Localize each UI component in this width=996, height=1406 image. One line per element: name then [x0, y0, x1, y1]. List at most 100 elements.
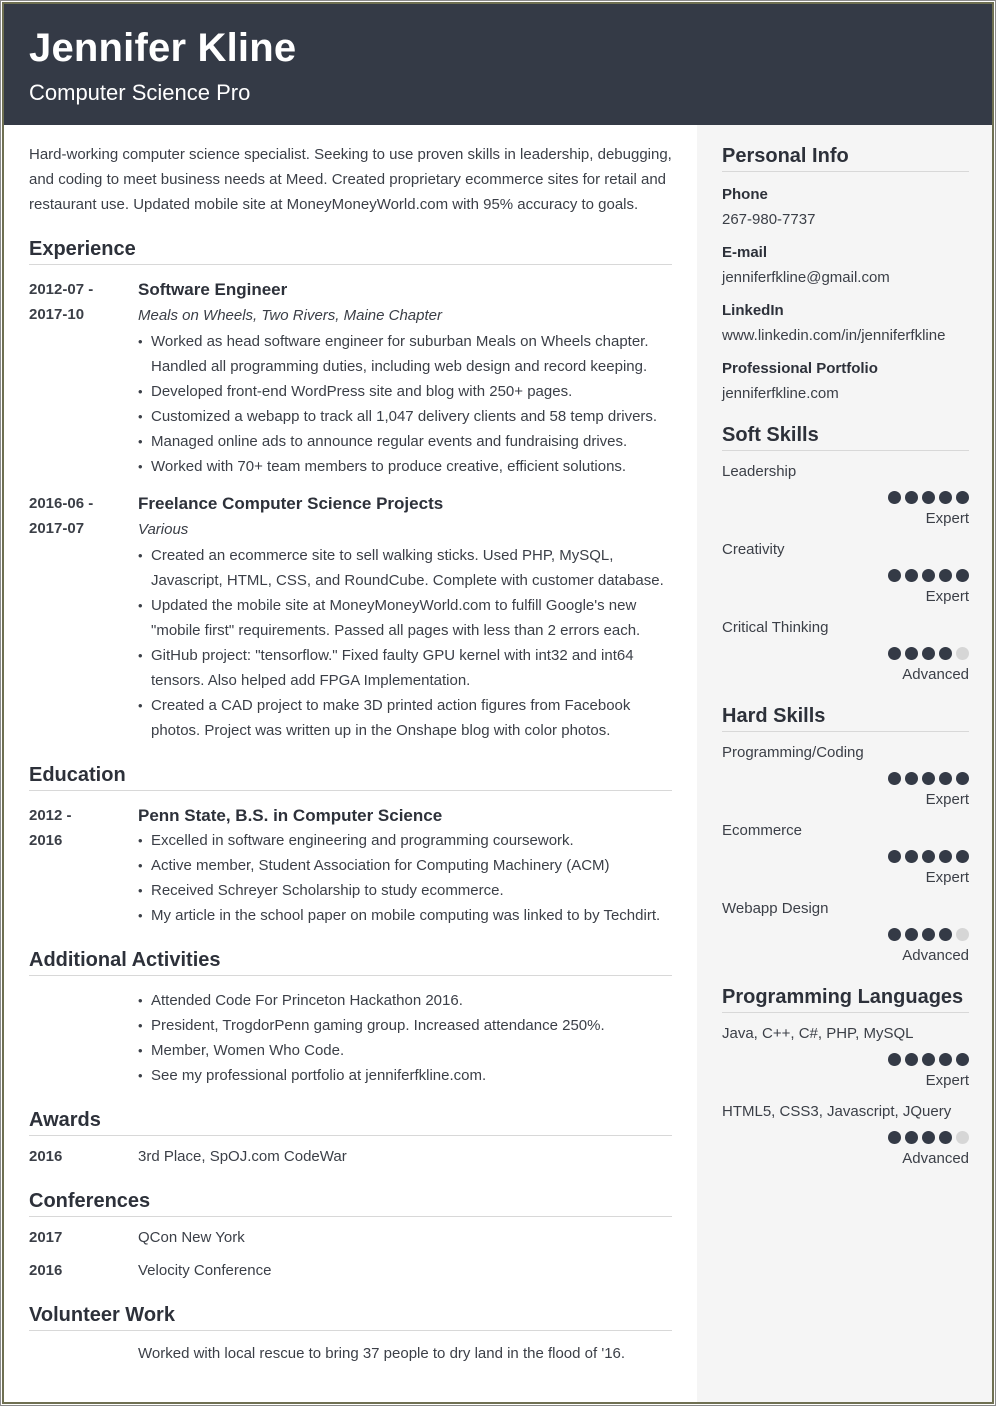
- entry-dates: 2016-06 - 2017-07: [29, 491, 138, 743]
- bullet-item: Worked as head software engineer for sub…: [138, 329, 672, 379]
- activities-section: Additional Activities Attended Code For …: [29, 949, 672, 1088]
- skill-item: Webapp Design Advanced: [722, 899, 969, 966]
- skill-level: Expert: [925, 1072, 969, 1089]
- skill-name: Webapp Design: [722, 900, 829, 917]
- rating-dot-filled: [939, 569, 952, 582]
- skill-rating: [722, 928, 969, 941]
- soft-skills-section: Soft Skills Leadership Expert Creativity Ex…: [722, 424, 969, 685]
- date-start: 2012-07 -: [29, 281, 94, 298]
- skill-rating: [722, 491, 969, 504]
- programming-languages-section: Programming Languages Java, C++, C#, PHP…: [722, 986, 969, 1169]
- rating-dot-filled: [922, 491, 935, 504]
- skill-name: Ecommerce: [722, 822, 803, 839]
- e-mail-label: E-mail: [722, 244, 768, 261]
- skill-name: HTML5, CSS3, Javascript, JQuery: [722, 1103, 952, 1120]
- volunteer-entry: Worked with local rescue to bring 37 peo…: [29, 1341, 672, 1366]
- rating-dot-filled: [939, 850, 952, 863]
- education-entry: 2012 - 2016 Penn State, B.S. in Computer…: [29, 803, 672, 928]
- bullet-item: Managed online ads to announce regular e…: [138, 429, 672, 454]
- rating-dot-filled: [956, 491, 969, 504]
- job-organization: Meals on Wheels, Two Rivers, Maine Chapt…: [138, 307, 442, 324]
- rating-dot-filled: [956, 1053, 969, 1066]
- bullet-item: GitHub project: "tensorflow." Fixed faul…: [138, 643, 672, 693]
- bullet-item: Attended Code For Princeton Hackathon 20…: [138, 988, 672, 1013]
- section-heading: Additional Activities: [29, 949, 672, 976]
- rating-dot-filled: [905, 772, 918, 785]
- date-end: 2017-07: [29, 520, 85, 537]
- section-heading: Programming Languages: [722, 986, 969, 1013]
- entry-dates: 2012 - 2016: [29, 803, 138, 928]
- candidate-title: Computer Science Pro: [29, 80, 251, 105]
- section-heading: Hard Skills: [722, 705, 969, 732]
- rating-dot-filled: [922, 647, 935, 660]
- bullet-item: Updated the mobile site at MoneyMoneyWor…: [138, 593, 672, 643]
- rating-dot-filled: [905, 850, 918, 863]
- skill-item: Programming/Coding Expert: [722, 743, 969, 810]
- skill-name: Java, C++, C#, PHP, MySQL: [722, 1025, 914, 1042]
- resume-header: Jennifer Kline Computer Science Pro: [4, 4, 992, 125]
- rating-dot-filled: [922, 569, 935, 582]
- volunteer-section: Volunteer Work Worked with local rescue …: [29, 1304, 672, 1366]
- job-organization: Various: [138, 521, 189, 538]
- skill-name: Programming/Coding: [722, 744, 864, 761]
- job-body: Software Engineer Meals on Wheels, Two Ri…: [138, 277, 672, 479]
- rating-dot-filled: [922, 772, 935, 785]
- skill-level: Expert: [925, 588, 969, 605]
- bullet-item: Worked with 70+ team members to produce …: [138, 454, 672, 479]
- job-entry: 2016-06 - 2017-07 Freelance Computer Scien…: [29, 491, 672, 743]
- page-frame: Jennifer Kline Computer Science Pro Pers…: [0, 0, 996, 1406]
- section-heading: Conferences: [29, 1190, 672, 1217]
- bullet-item: Created a CAD project to make 3D printed…: [138, 693, 672, 743]
- skill-name: Leadership: [722, 463, 797, 480]
- skill-item: HTML5, CSS3, Javascript, JQuery Advanced: [722, 1102, 969, 1169]
- skill-level: Expert: [925, 869, 969, 886]
- conferences-section: Conferences 2017 QCon New York 2016 Velocit…: [29, 1190, 672, 1283]
- job-entry: 2012-07 - 2017-10 Software Engineer Meals o…: [29, 277, 672, 479]
- skill-item: Java, C++, C#, PHP, MySQL Expert: [722, 1024, 969, 1091]
- bullet-item: Customized a webapp to track all 1,047 d…: [138, 404, 672, 429]
- personal-info-section: Personal Info Phone 267-980-7737 E-mail jen…: [722, 145, 969, 404]
- skill-item: Leadership Expert: [722, 462, 969, 529]
- dated-row: 2017 QCon New York: [29, 1225, 672, 1250]
- e-mail-value: jenniferfkline@gmail.com: [722, 269, 890, 286]
- rating-dot-filled: [905, 647, 918, 660]
- skill-rating: [722, 850, 969, 863]
- rating-dot-filled: [905, 491, 918, 504]
- rating-dot-filled: [905, 1053, 918, 1066]
- rating-dot-filled: [956, 850, 969, 863]
- bullet-item: Developed front-end WordPress site and b…: [138, 379, 672, 404]
- skill-rating: [722, 569, 969, 582]
- phone-value: 267-980-7737: [722, 211, 816, 228]
- row-year: 2016: [29, 1148, 63, 1165]
- rating-dot-filled: [888, 647, 901, 660]
- hard-skills-section: Hard Skills Programming/Coding Expert Ecom…: [722, 705, 969, 966]
- rating-dot-empty: [956, 1131, 969, 1144]
- job-bullets: Worked as head software engineer for sub…: [138, 329, 672, 479]
- job-body: Freelance Computer Science Projects Vario…: [138, 491, 672, 743]
- job-title: Freelance Computer Science Projects: [138, 494, 444, 513]
- skill-level: Expert: [925, 510, 969, 527]
- row-year: 2017: [29, 1229, 63, 1246]
- bullet-item: Excelled in software engineering and pro…: [138, 828, 672, 853]
- section-heading: Awards: [29, 1109, 672, 1136]
- linkedin-label: LinkedIn: [722, 302, 784, 319]
- dated-row: 2016 Velocity Conference: [29, 1258, 672, 1283]
- degree-title: Penn State, B.S. in Computer Science: [138, 806, 443, 825]
- rating-dot-filled: [922, 850, 935, 863]
- skill-rating: [722, 647, 969, 660]
- job-title: Software Engineer: [138, 280, 288, 299]
- rating-dot-filled: [939, 772, 952, 785]
- rating-dot-filled: [956, 569, 969, 582]
- row-text: QCon New York: [138, 1229, 245, 1246]
- entry-dates: 2012-07 - 2017-10: [29, 277, 138, 479]
- dated-row: 2016 3rd Place, SpOJ.com CodeWar: [29, 1144, 672, 1169]
- job-bullets: Created an ecommerce site to sell walkin…: [138, 543, 672, 743]
- skill-rating: [722, 1053, 969, 1066]
- skill-name: Creativity: [722, 541, 785, 558]
- skill-name: Critical Thinking: [722, 619, 829, 636]
- rating-dot-filled: [939, 491, 952, 504]
- volunteer-text: Worked with local rescue to bring 37 peo…: [138, 1345, 626, 1362]
- skill-level: Expert: [925, 791, 969, 808]
- rating-dot-filled: [939, 647, 952, 660]
- rating-dot-filled: [888, 1131, 901, 1144]
